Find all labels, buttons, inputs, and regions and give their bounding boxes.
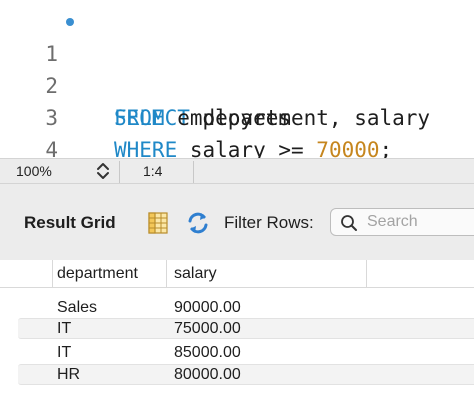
form-grid-icon[interactable] xyxy=(148,212,168,234)
row-background xyxy=(18,364,474,385)
search-icon xyxy=(340,214,358,232)
column-header-salary[interactable]: salary xyxy=(174,265,217,283)
cell-department[interactable]: Sales xyxy=(57,298,97,317)
zoom-level: 100% xyxy=(16,163,52,179)
editor-status-bar: 100% 1:4 xyxy=(0,158,474,184)
search-input[interactable] xyxy=(367,211,474,233)
editor-line-2[interactable]: 2 FROM employees xyxy=(0,38,474,130)
zoom-stepper-icon[interactable] xyxy=(96,162,110,180)
column-header-department[interactable]: department xyxy=(57,265,138,283)
result-grid-title[interactable]: Result Grid xyxy=(24,213,116,233)
table-row[interactable]: IT 85000.00 xyxy=(0,342,474,363)
status-divider xyxy=(119,161,120,183)
cursor-position: 1:4 xyxy=(143,163,163,179)
column-divider[interactable] xyxy=(52,260,53,288)
cell-salary[interactable]: 80000.00 xyxy=(174,365,241,384)
sql-editor[interactable]: 1 SELECT department, salary 2 FROM emplo… xyxy=(0,0,474,194)
cell-salary[interactable]: 75000.00 xyxy=(174,319,241,338)
cell-department[interactable]: HR xyxy=(57,365,80,384)
editor-line-3[interactable]: 3 WHERE salary >= 70000; xyxy=(0,70,474,162)
cell-salary[interactable]: 90000.00 xyxy=(174,298,241,317)
refresh-icon[interactable] xyxy=(186,211,210,235)
result-grid[interactable]: department salary Sales 90000.00 IT 7500… xyxy=(0,260,474,412)
column-divider[interactable] xyxy=(366,260,367,288)
grid-header: department salary xyxy=(0,260,474,288)
table-row[interactable]: HR 80000.00 xyxy=(0,364,474,385)
editor-line-4[interactable]: 4 xyxy=(0,102,474,162)
result-toolbar: Result Grid Filter Rows: xyxy=(0,184,474,260)
editor-line-1[interactable]: 1 SELECT department, salary xyxy=(0,6,474,130)
breakpoint-dot-icon[interactable] xyxy=(66,18,74,26)
cell-department[interactable]: IT xyxy=(57,343,71,362)
cell-department[interactable]: IT xyxy=(57,319,71,338)
filter-search-box[interactable] xyxy=(330,208,474,236)
filter-rows-label: Filter Rows: xyxy=(224,213,314,232)
table-row[interactable]: Sales 90000.00 xyxy=(0,297,474,318)
column-divider[interactable] xyxy=(166,260,167,288)
table-row[interactable]: IT 75000.00 xyxy=(0,318,474,339)
row-background xyxy=(18,318,474,339)
cell-salary[interactable]: 85000.00 xyxy=(174,343,241,362)
status-divider xyxy=(193,161,194,183)
